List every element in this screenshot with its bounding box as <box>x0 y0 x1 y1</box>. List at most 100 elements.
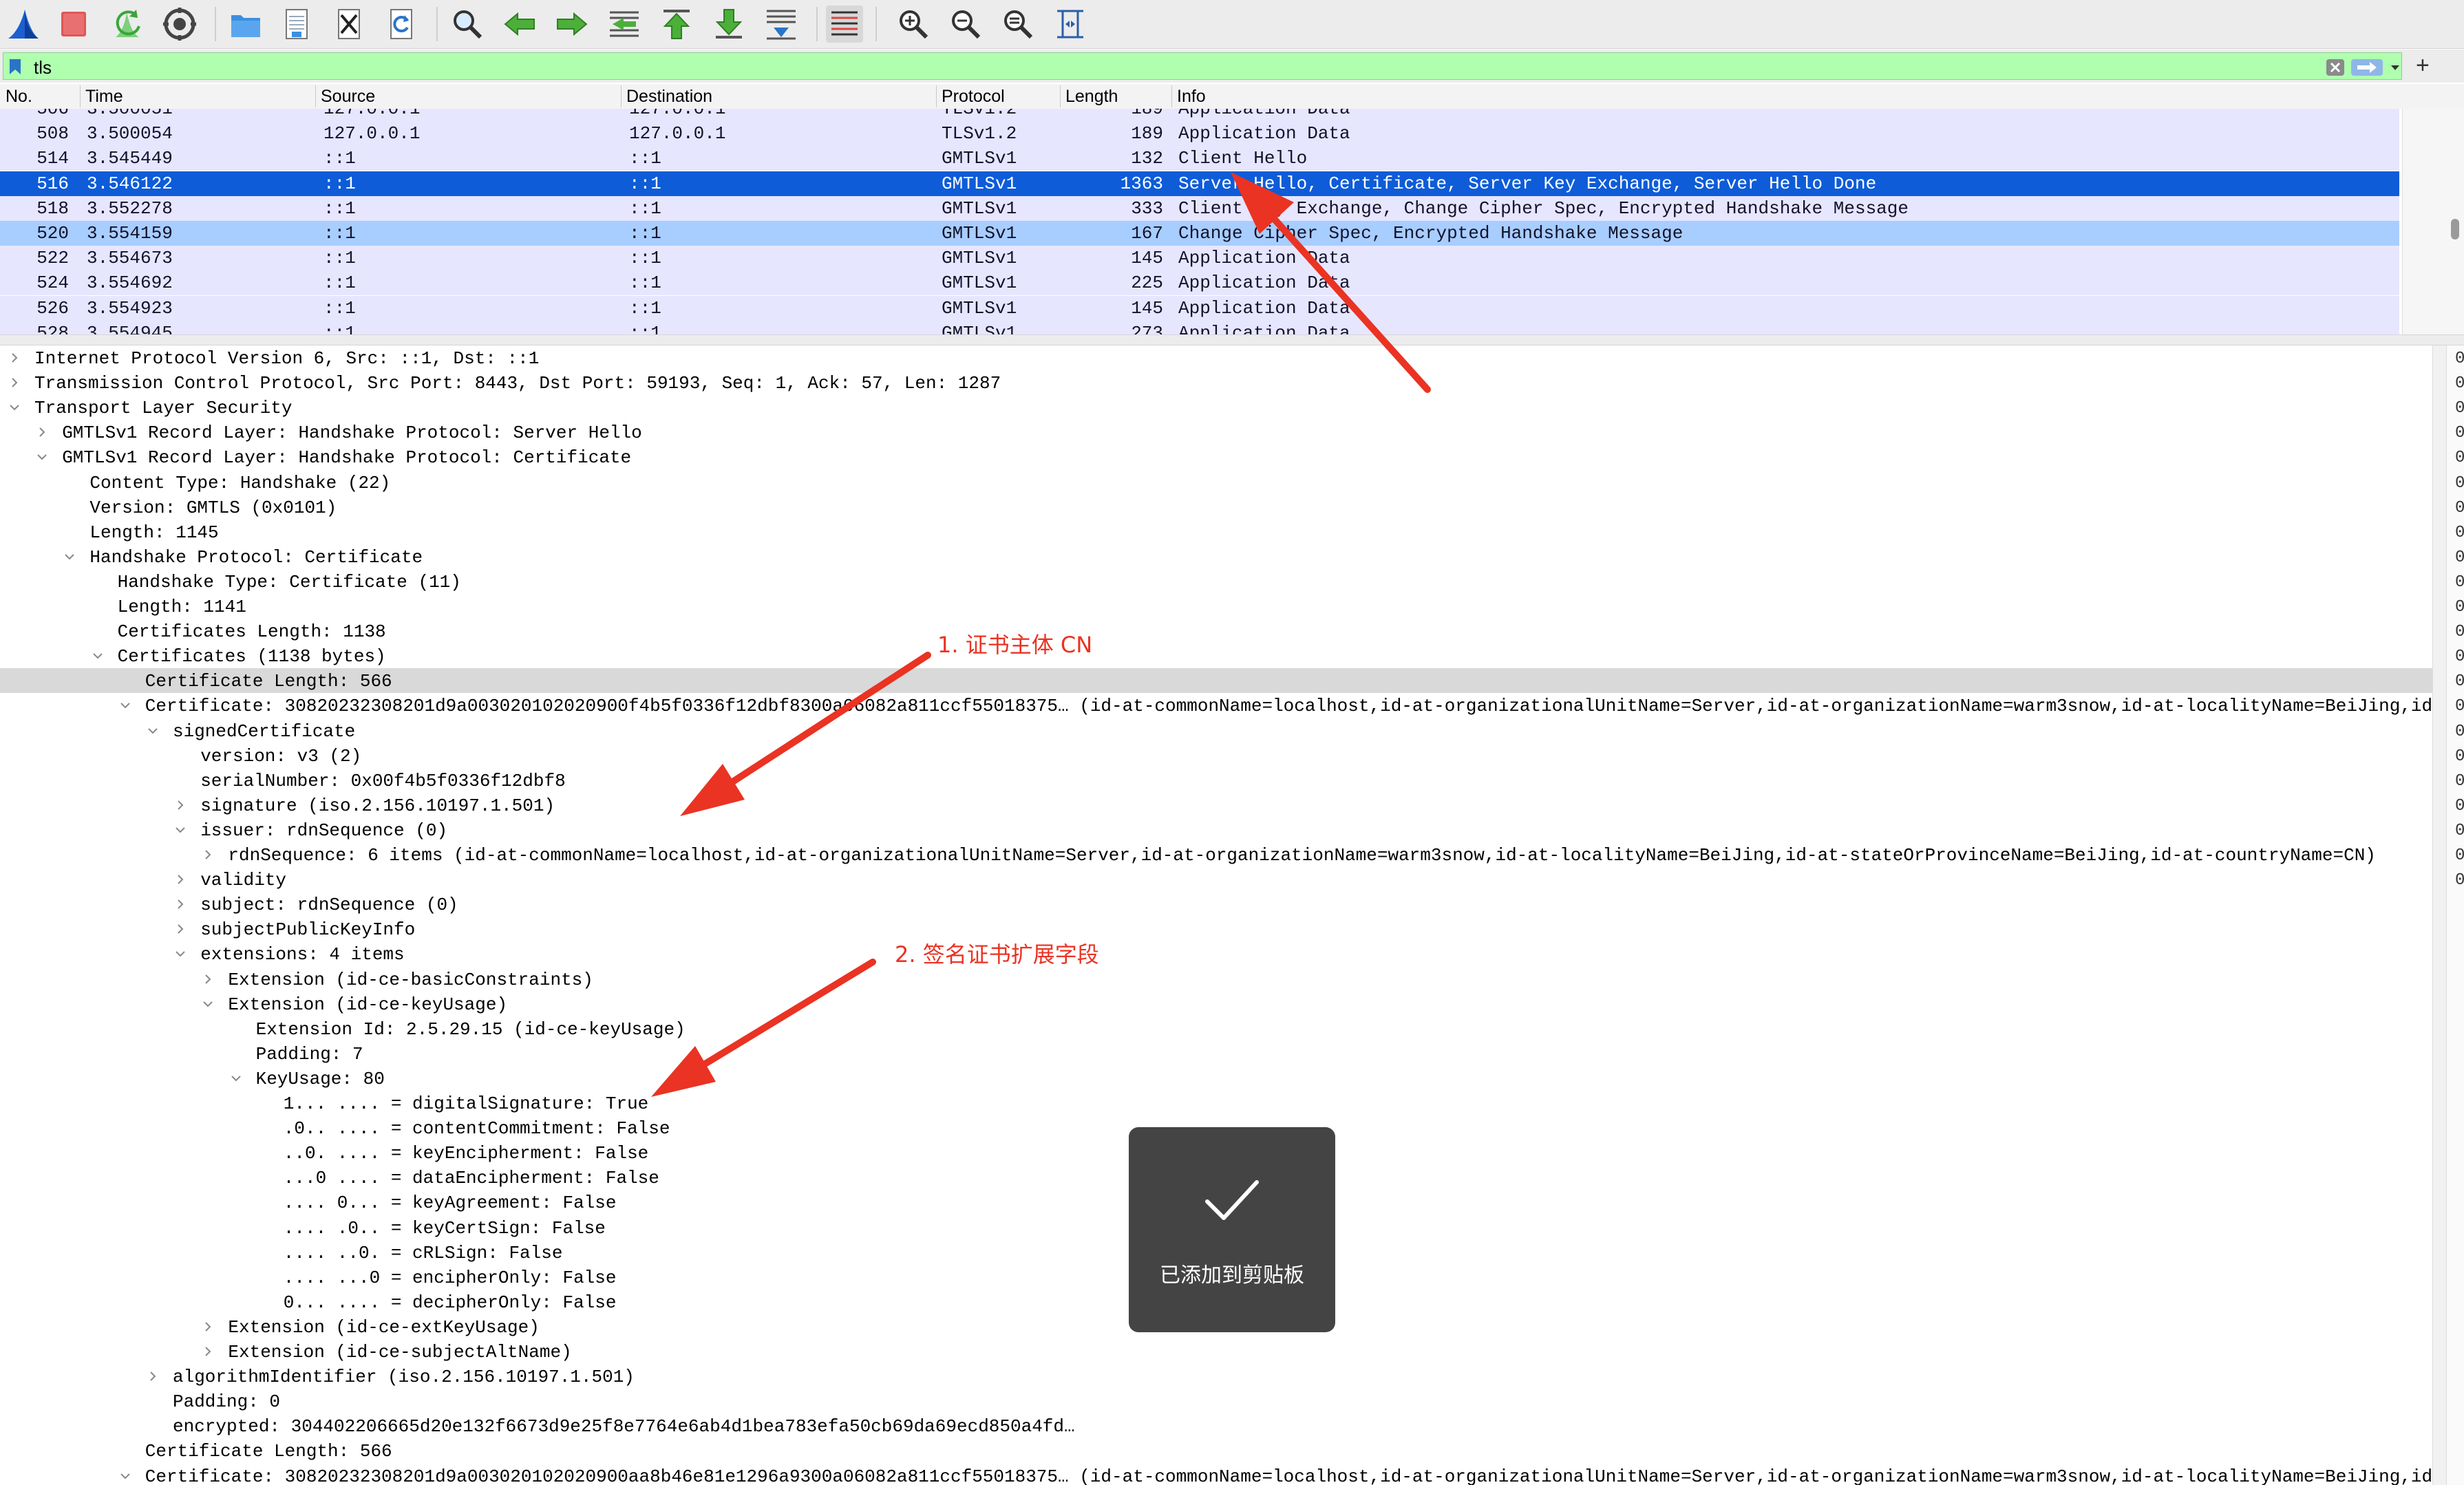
clear-filter-icon[interactable] <box>2326 58 2345 76</box>
chevron-right-icon[interactable] <box>202 973 214 985</box>
packet-list-scrollbar[interactable] <box>2402 109 2464 334</box>
chevron-right-icon[interactable] <box>174 799 187 811</box>
chevron-down-icon[interactable] <box>119 1470 131 1482</box>
tree-item[interactable]: version: v3 (2) <box>0 743 2432 768</box>
zoom-normal-icon[interactable] <box>999 6 1037 43</box>
find-packet-icon[interactable] <box>449 6 486 43</box>
tree-item[interactable]: Internet Protocol Version 6, Src: ::1, D… <box>0 345 2432 370</box>
tree-item[interactable]: Transmission Control Protocol, Src Port:… <box>0 370 2432 395</box>
column-header-time[interactable]: Time <box>85 87 123 107</box>
go-back-icon[interactable] <box>501 6 538 43</box>
tree-item[interactable]: Certificate Length: 566 <box>0 668 2432 694</box>
close-file-icon[interactable] <box>330 6 368 43</box>
resize-columns-icon[interactable] <box>1052 6 1089 43</box>
chevron-down-icon[interactable] <box>63 551 76 563</box>
packet-row[interactable]: 516 3.546122::1::1 GMTLSv1 1363 Server Hello… <box>0 171 2399 196</box>
chevron-right-icon[interactable] <box>8 376 21 389</box>
tree-item[interactable]: 1... .... = digitalSignature: True <box>0 1091 2432 1115</box>
chevron-right-icon[interactable] <box>174 898 187 910</box>
scrollbar-thumb[interactable] <box>2451 219 2459 239</box>
tree-item[interactable]: Content Type: Handshake (22) <box>0 470 2432 495</box>
restart-capture-icon[interactable] <box>109 6 146 43</box>
tree-item[interactable]: Certificate: 30820232308201d9a0030201020… <box>0 693 2432 718</box>
column-header-protocol[interactable]: Protocol <box>942 87 1005 107</box>
details-scrollbar[interactable] <box>2432 345 2447 1485</box>
add-filter-button[interactable]: + <box>2416 52 2430 79</box>
open-file-icon[interactable] <box>227 6 264 43</box>
column-header-no[interactable]: No. <box>6 87 32 107</box>
tree-item[interactable]: GMTLSv1 Record Layer: Handshake Protocol… <box>0 445 2432 469</box>
tree-item[interactable]: encrypted: 304402206665d20e132f6673d9e25… <box>0 1413 2432 1438</box>
chevron-down-icon[interactable] <box>8 401 21 414</box>
go-forward-icon[interactable] <box>553 6 591 43</box>
chevron-right-icon[interactable] <box>202 848 214 861</box>
chevron-down-icon[interactable] <box>92 650 104 662</box>
tree-item[interactable]: subjectPublicKeyInfo <box>0 917 2432 941</box>
go-to-packet-icon[interactable] <box>606 6 643 43</box>
colorize-icon[interactable] <box>826 6 863 43</box>
tree-item[interactable]: issuer: rdnSequence (0) <box>0 818 2432 842</box>
tree-item[interactable]: validity <box>0 867 2432 892</box>
tree-item[interactable]: serialNumber: 0x00f4b5f0336f12dbf8 <box>0 768 2432 793</box>
tree-item[interactable]: Handshake Protocol: Certificate <box>0 544 2432 569</box>
apply-filter-icon[interactable] <box>2350 58 2383 76</box>
tree-item[interactable]: algorithmIdentifier (iso.2.156.10197.1.5… <box>0 1364 2432 1389</box>
filter-text[interactable]: tls <box>34 57 52 78</box>
chevron-down-icon[interactable] <box>174 824 187 836</box>
auto-scroll-icon[interactable] <box>763 6 800 43</box>
shark-fin-icon[interactable] <box>4 6 41 43</box>
chevron-down-icon[interactable] <box>230 1072 242 1085</box>
chevron-down-icon[interactable] <box>2388 60 2403 75</box>
tree-item[interactable]: subject: rdnSequence (0) <box>0 892 2432 917</box>
tree-item[interactable]: Version: GMTLS (0x0101) <box>0 495 2432 520</box>
packet-row[interactable]: 522 3.554673::1::1 GMTLSv1 145 Application D… <box>0 246 2399 271</box>
zoom-out-icon[interactable] <box>947 6 984 43</box>
chevron-right-icon[interactable] <box>174 923 187 935</box>
packet-row[interactable]: 518 3.552278::1::1 GMTLSv1 333 Client Key Ex… <box>0 195 2399 221</box>
bookmark-icon[interactable] <box>8 58 23 75</box>
tree-item[interactable]: Transport Layer Security <box>0 395 2432 420</box>
tree-item[interactable]: Extension Id: 2.5.29.15 (id-ce-keyUsage) <box>0 1016 2432 1041</box>
pane-splitter[interactable] <box>0 334 2464 345</box>
chevron-right-icon[interactable] <box>36 426 48 438</box>
stop-capture-icon[interactable] <box>55 6 92 43</box>
column-header-source[interactable]: Source <box>321 87 375 107</box>
tree-item[interactable]: KeyUsage: 80 <box>0 1066 2432 1091</box>
tree-item[interactable]: Length: 1141 <box>0 594 2432 619</box>
zoom-in-icon[interactable] <box>895 6 932 43</box>
chevron-down-icon[interactable] <box>174 948 187 960</box>
tree-item[interactable]: Certificates (1138 bytes) <box>0 643 2432 668</box>
tree-item[interactable]: Certificate Length: 566 <box>0 1438 2432 1463</box>
tree-item[interactable]: GMTLSv1 Record Layer: Handshake Protocol… <box>0 420 2432 445</box>
tree-item[interactable]: signature (iso.2.156.10197.1.501) <box>0 793 2432 818</box>
tree-item[interactable]: Padding: 7 <box>0 1041 2432 1066</box>
chevron-right-icon[interactable] <box>202 1345 214 1358</box>
tree-item[interactable]: extensions: 4 items <box>0 941 2432 966</box>
tree-item[interactable]: Extension (id-ce-subjectAltName) <box>0 1339 2432 1364</box>
packet-row[interactable]: 508 3.500054 127.0.0.1 127.0.0.1 TLSv1.2 189 A… <box>0 121 2399 147</box>
chevron-right-icon[interactable] <box>174 873 187 886</box>
chevron-right-icon[interactable] <box>147 1370 159 1382</box>
go-first-packet-icon[interactable] <box>658 6 695 43</box>
tree-item[interactable]: Extension (id-ce-basicConstraints) <box>0 967 2432 992</box>
tree-item[interactable]: Certificates Length: 1138 <box>0 619 2432 643</box>
tree-item[interactable]: rdnSequence: 6 items (id-at-commonName=l… <box>0 842 2432 867</box>
capture-options-icon[interactable] <box>161 6 198 43</box>
tree-item[interactable]: Handshake Type: Certificate (11) <box>0 569 2432 594</box>
tree-item[interactable]: signedCertificate <box>0 718 2432 743</box>
column-header-destination[interactable]: Destination <box>626 87 712 107</box>
chevron-down-icon[interactable] <box>119 699 131 712</box>
chevron-right-icon[interactable] <box>202 1321 214 1333</box>
chevron-down-icon[interactable] <box>202 998 214 1010</box>
packet-row[interactable]: 506 3.500051 127.0.0.1 127.0.0.1 TLSv1.2 189 A… <box>0 109 2399 121</box>
column-header-info[interactable]: Info <box>1177 87 1206 107</box>
tree-item[interactable]: Certificate: 30820232308201d9a0030201020… <box>0 1464 2432 1485</box>
chevron-down-icon[interactable] <box>147 725 159 737</box>
column-header-length[interactable]: Length <box>1065 87 1118 107</box>
tree-item[interactable]: Length: 1145 <box>0 520 2432 544</box>
packet-row[interactable]: 524 3.554692::1::1 GMTLSv1 225 Application D… <box>0 270 2399 296</box>
packet-row[interactable]: 526 3.554923::1::1 GMTLSv1 145 Application D… <box>0 295 2399 321</box>
packet-row[interactable]: 514 3.545449::1::1 GMTLSv1 132 Client Hello <box>0 146 2399 171</box>
tree-item[interactable]: Padding: 0 <box>0 1389 2432 1413</box>
chevron-right-icon[interactable] <box>8 352 21 364</box>
